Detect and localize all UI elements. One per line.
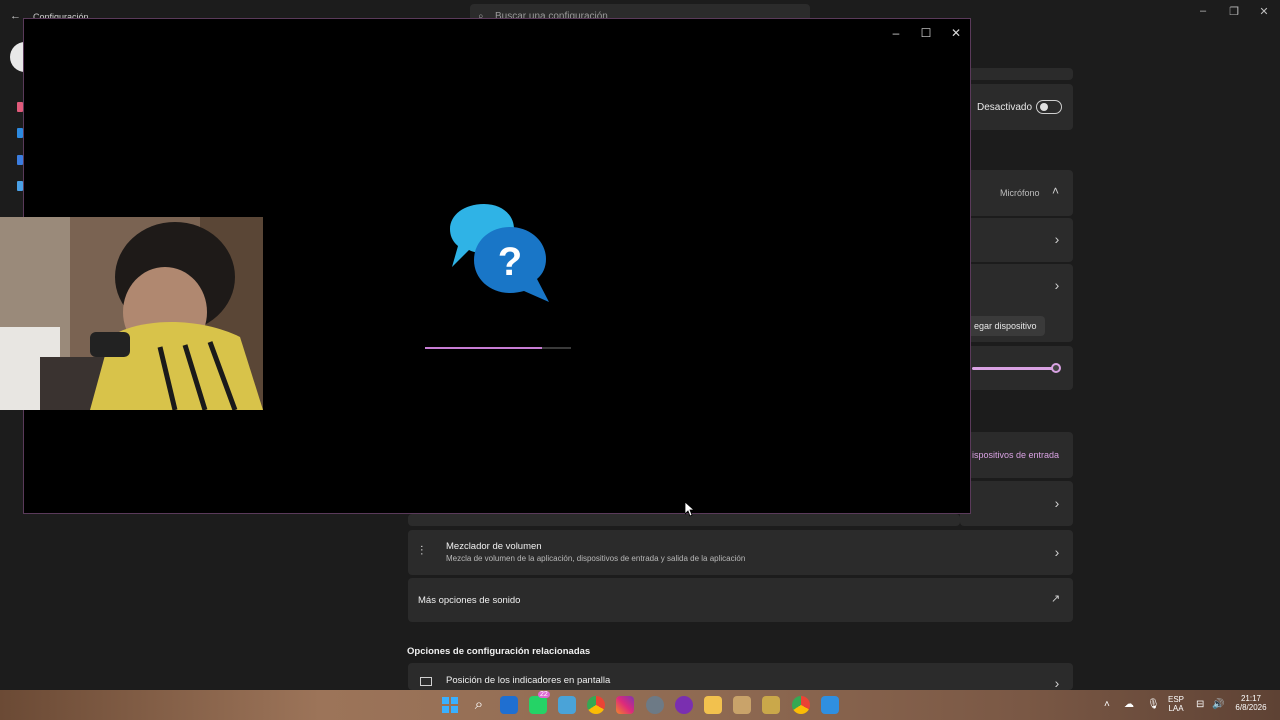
windows-icon <box>442 697 458 713</box>
loading-progress-fill <box>425 347 542 349</box>
maximize-button[interactable]: ☐ <box>914 23 938 43</box>
chevron-right-icon: › <box>1054 675 1060 691</box>
get-help-taskbar-icon[interactable] <box>821 696 839 714</box>
taskbar: ⌕ 22 ˄ ☁ 🎙 ESP LAA ⊟ 🔊 21:17 6/8/2026 <box>0 690 1280 720</box>
search-icon[interactable]: ⌕ <box>470 696 488 714</box>
microphone-header[interactable]: Micrófono ˄ <box>960 170 1073 216</box>
clock-time: 21:17 <box>1240 694 1262 703</box>
chevron-right-icon: › <box>1054 495 1060 511</box>
toggle-label: Desactivado <box>977 102 1033 113</box>
microphone-icon[interactable]: 🎙 <box>1147 699 1160 710</box>
volume-track <box>972 367 1056 370</box>
bg-close-button[interactable]: ✕ <box>1256 5 1272 18</box>
app-icon[interactable] <box>675 696 693 714</box>
add-device-button[interactable]: egar dispositivo <box>966 316 1045 336</box>
file-explorer-icon[interactable] <box>704 696 722 714</box>
indicator-position-row[interactable]: Posición de los indicadores en pantalla … <box>408 663 1073 691</box>
open-external-icon: ↗ <box>1051 593 1061 605</box>
toggle-switch[interactable] <box>1036 100 1062 114</box>
bg-minimize-button[interactable]: – <box>1195 5 1211 17</box>
webcam-image <box>0 217 263 410</box>
minimize-button[interactable]: – <box>884 23 908 43</box>
microphone-device-row-2[interactable]: › egar dispositivo <box>960 264 1073 342</box>
back-arrow-icon[interactable]: ← <box>10 10 21 22</box>
related-settings-header: Opciones de configuración relacionadas <box>407 646 591 657</box>
chrome-icon-2[interactable] <box>792 696 810 714</box>
clock-date: 6/8/2026 <box>1235 703 1267 712</box>
chevron-right-icon: › <box>1054 231 1060 247</box>
settings-row-partial <box>408 514 960 526</box>
microphone-label: Micrófono <box>1000 188 1040 198</box>
chevron-up-icon: ˄ <box>1052 184 1060 198</box>
language-top: ESP <box>1168 695 1185 704</box>
display-icon <box>420 677 432 686</box>
more-sound-label: Más opciones de sonido <box>418 595 521 606</box>
language-indicator[interactable]: ESP LAA <box>1168 695 1184 713</box>
input-devices-link[interactable]: ispositivos de entrada <box>972 450 1059 460</box>
language-bottom: LAA <box>1168 704 1184 713</box>
chrome-icon[interactable] <box>587 696 605 714</box>
chevron-up-icon[interactable]: ˄ <box>1104 699 1110 710</box>
svg-text:?: ? <box>498 240 522 284</box>
settings-row-chevron[interactable]: › <box>960 481 1073 526</box>
instagram-icon[interactable] <box>616 696 634 714</box>
close-button[interactable]: ✕ <box>944 23 968 43</box>
mixer-icon: ⫶ <box>420 543 424 558</box>
settings-card-toggle: Desactivado <box>960 84 1073 130</box>
webcam-overlay <box>0 217 263 410</box>
indicator-position-label: Posición de los indicadores en pantalla <box>446 675 611 686</box>
volume-thumb[interactable] <box>1051 363 1061 373</box>
microphone-device-row[interactable]: › <box>960 218 1073 262</box>
whatsapp-badge: 22 <box>538 691 550 698</box>
defender-icon[interactable] <box>500 696 518 714</box>
app-icon-3[interactable] <box>762 696 780 714</box>
network-icon[interactable]: ⊟ <box>1196 699 1204 710</box>
settings-card <box>960 68 1073 80</box>
chevron-right-icon: › <box>1054 277 1060 293</box>
mixer-subtitle: Mezcla de volumen de la aplicación, disp… <box>446 554 746 563</box>
app-icon-2[interactable] <box>733 696 751 714</box>
chevron-right-icon: › <box>1054 544 1060 560</box>
more-sound-options-row[interactable]: Más opciones de sonido ↗ <box>408 578 1073 622</box>
input-devices-row[interactable]: ispositivos de entrada <box>960 432 1073 478</box>
get-help-icon: ? <box>450 204 549 302</box>
mouse-cursor <box>685 502 695 517</box>
loading-progress-bar <box>425 347 571 349</box>
whatsapp-icon[interactable]: 22 <box>529 691 550 714</box>
onedrive-icon[interactable]: ☁ <box>1124 699 1134 710</box>
settings-gear-icon[interactable] <box>646 696 664 714</box>
notepad-icon[interactable] <box>558 696 576 714</box>
clock[interactable]: 21:17 6/8/2026 <box>1232 694 1270 712</box>
bg-maximize-button[interactable]: ❐ <box>1226 5 1242 18</box>
volume-icon[interactable]: 🔊 <box>1212 699 1224 710</box>
start-button[interactable] <box>441 696 459 714</box>
mixer-title: Mezclador de volumen <box>446 541 542 552</box>
volume-row <box>960 346 1073 390</box>
volume-mixer-row[interactable]: ⫶ Mezclador de volumen Mezcla de volumen… <box>408 530 1073 575</box>
